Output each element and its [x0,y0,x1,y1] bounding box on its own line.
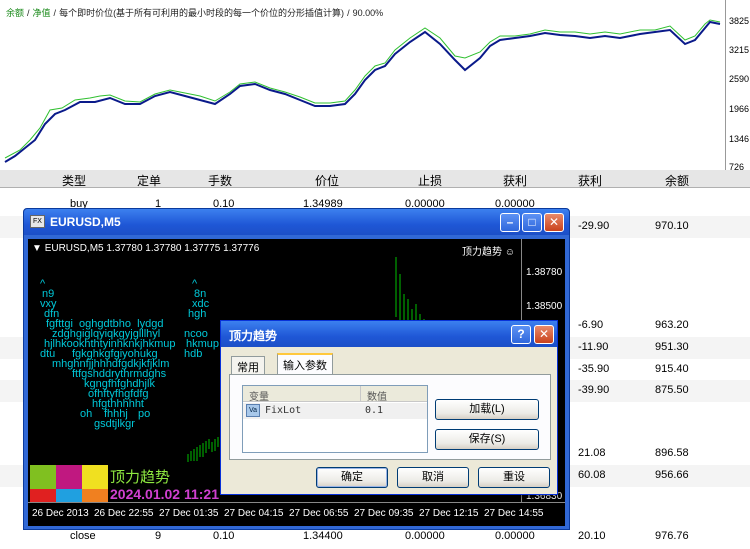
ascii-art-text: oh [80,408,93,420]
color-block [56,465,82,489]
time-axis: 26 Dec 2013 26 Dec 22:55 27 Dec 01:35 27… [28,502,565,526]
table-cell: -39.90 [578,384,610,396]
time-tick: 27 Dec 06:55 [289,508,349,519]
table-cell: -6.90 [578,319,604,331]
dialog-close-button[interactable]: ✕ [534,325,554,344]
param-value[interactable]: 0.1 [365,405,383,416]
col-order[interactable]: 定单 [137,172,161,189]
table-cell: 9 [155,530,162,542]
time-tick: 27 Dec 01:35 [159,508,219,519]
table-cell: 20.10 [578,530,606,542]
color-block [30,465,56,489]
ascii-art-text: hkmup [186,338,220,350]
param-row-fixlot[interactable]: Va FixLot 0.1 [243,403,427,419]
ascii-art-text: po [138,408,151,420]
table-cell: 1.34400 [303,530,343,542]
time-tick: 27 Dec 14:55 [484,508,544,519]
col-profit[interactable]: 获利 [578,172,602,189]
dialog-titlebar[interactable]: 顶力趋势 ? ✕ [221,321,557,347]
cancel-button[interactable]: 取消 [397,467,469,488]
col-sl[interactable]: 止损 [418,172,442,189]
load-button[interactable]: 加载(L) [435,399,539,420]
reset-button[interactable]: 重设 [478,467,550,488]
equity-axis: 3825 3215 2590 1966 1346 726 [725,0,750,175]
ascii-art-text: gsdtjlkgr [94,418,135,430]
time-tick: 27 Dec 04:15 [224,508,284,519]
table-cell: 976.76 [655,530,689,542]
table-cell: -29.90 [578,220,610,232]
minimize-button[interactable]: – [500,213,520,232]
col-type[interactable]: 类型 [62,172,86,189]
chart-app-icon: FX [30,215,45,228]
col-price[interactable]: 价位 [315,172,339,189]
table-cell: 915.40 [655,363,689,375]
equity-axis-tick: 3825 [729,16,750,26]
save-button[interactable]: 保存(S) [435,429,539,450]
help-button[interactable]: ? [511,325,531,344]
table-cell: -11.90 [578,341,609,353]
color-block [56,489,82,502]
table-cell: -35.90 [578,363,610,375]
indicator-dialog[interactable]: 顶力趋势 ? ✕ 常用 输入参数 变量 数值 Va FixLot 0.1 加载(… [220,320,558,495]
params-grid[interactable]: 变量 数值 Va FixLot 0.1 [242,385,428,453]
maximize-button[interactable]: □ [522,213,542,232]
equity-axis-tick: 1966 [729,104,750,114]
param-name: FixLot [265,405,302,416]
balance-line [4,19,721,159]
equity-chart: 余额 / 净值 / 每个即时价位(基于所有可利用的最小时段的每一个价位的分形插值计算) /… [0,0,750,175]
col-tp[interactable]: 获利 [503,172,527,189]
chart-window-titlebar[interactable]: FX EURUSD,M5 – □ ✕ [24,209,569,235]
table-cell: 970.10 [655,220,689,232]
col-balance[interactable]: 余额 [665,172,689,189]
chart-window-title: EURUSD,M5 [50,215,121,229]
table-cell: 896.58 [655,447,689,459]
table-cell: 875.50 [655,384,689,396]
inputs-panel: 变量 数值 Va FixLot 0.1 加载(L) 保存(S) [229,374,551,460]
indicator-logo-text: 顶力趋势 [110,469,171,486]
grid-header-variable[interactable]: 变量 [243,386,361,403]
grid-header-value[interactable]: 数值 [361,386,427,403]
table-cell: 963.20 [655,319,689,331]
equity-line [4,20,721,163]
table-cell: close [70,530,96,542]
equity-curve [4,19,721,163]
report-header: 类型 定单 手数 价位 止损 获利 获利 余额 [0,170,750,188]
tab-inputs[interactable]: 输入参数 [277,353,333,375]
equity-axis-tick: 2590 [729,74,750,84]
indicator-date-text: 2024.01.02 11:21 [110,486,219,502]
time-tick: 27 Dec 12:15 [419,508,479,519]
close-button[interactable]: ✕ [544,213,564,232]
color-block [82,465,108,489]
col-lots[interactable]: 手数 [208,172,232,189]
ok-button[interactable]: 确定 [316,467,388,488]
table-cell: 951.30 [655,341,689,353]
price-tick: 1.38780 [526,267,563,278]
equity-axis-tick: 3215 [729,45,750,55]
color-block [82,489,108,502]
variable-icon: Va [246,404,260,417]
time-tick: 26 Dec 22:55 [94,508,154,519]
time-tick: 26 Dec 2013 [32,508,89,519]
equity-axis-tick: 1346 [729,134,750,144]
table-cell: 60.08 [578,469,606,481]
tab-common[interactable]: 常用 [231,356,265,374]
table-cell: 0.10 [213,530,235,542]
table-cell: 956.66 [655,469,689,481]
ascii-art-text: hgh [188,308,207,320]
price-tick: 1.38500 [526,301,563,312]
table-cell: 0.00000 [405,530,445,542]
time-tick: 27 Dec 09:35 [354,508,414,519]
table-cell: 0.00000 [495,530,535,542]
dialog-title: 顶力趋势 [229,329,278,343]
color-block [30,489,56,502]
table-cell: 21.08 [578,447,606,459]
